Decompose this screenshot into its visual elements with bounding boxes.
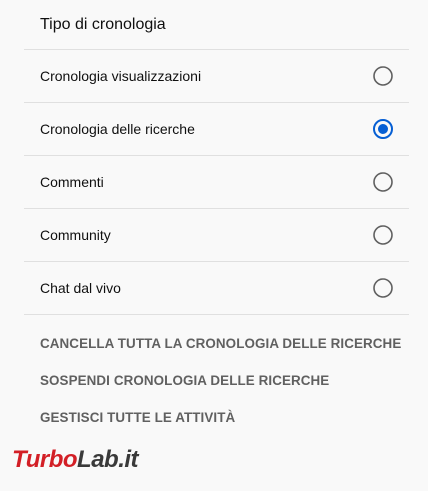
radio-unselected-icon[interactable] <box>373 66 393 86</box>
radio-selected-icon[interactable] <box>373 119 393 139</box>
manage-all-activity-button[interactable]: GESTISCI TUTTE LE ATTIVITÀ <box>24 399 409 436</box>
clear-search-history-button[interactable]: CANCELLA TUTTA LA CRONOLOGIA DELLE RICER… <box>24 325 409 362</box>
option-label: Chat dal vivo <box>40 280 121 296</box>
option-label: Community <box>40 227 111 243</box>
option-community[interactable]: Community <box>24 209 409 262</box>
option-label: Cronologia visualizzazioni <box>40 68 202 84</box>
turbolab-logo: TurboLab.it <box>12 446 139 474</box>
option-search-history[interactable]: Cronologia delle ricerche <box>24 103 409 156</box>
option-watch-history[interactable]: Cronologia visualizzazioni <box>24 50 409 103</box>
option-label: Cronologia delle ricerche <box>40 121 195 137</box>
history-type-panel: Tipo di cronologia Cronologia visualizza… <box>24 0 409 436</box>
option-live-chat[interactable]: Chat dal vivo <box>24 262 409 315</box>
section-title: Tipo di cronologia <box>24 0 409 50</box>
radio-unselected-icon[interactable] <box>373 172 393 192</box>
logo-part-lab: Lab.it <box>77 446 139 473</box>
pause-search-history-button[interactable]: SOSPENDI CRONOLOGIA DELLE RICERCHE <box>24 362 409 399</box>
actions-list: CANCELLA TUTTA LA CRONOLOGIA DELLE RICER… <box>24 315 409 436</box>
radio-unselected-icon[interactable] <box>373 225 393 245</box>
radio-unselected-icon[interactable] <box>373 278 393 298</box>
option-label: Commenti <box>40 174 104 190</box>
logo-part-turbo: Turbo <box>12 446 78 473</box>
option-comments[interactable]: Commenti <box>24 156 409 209</box>
